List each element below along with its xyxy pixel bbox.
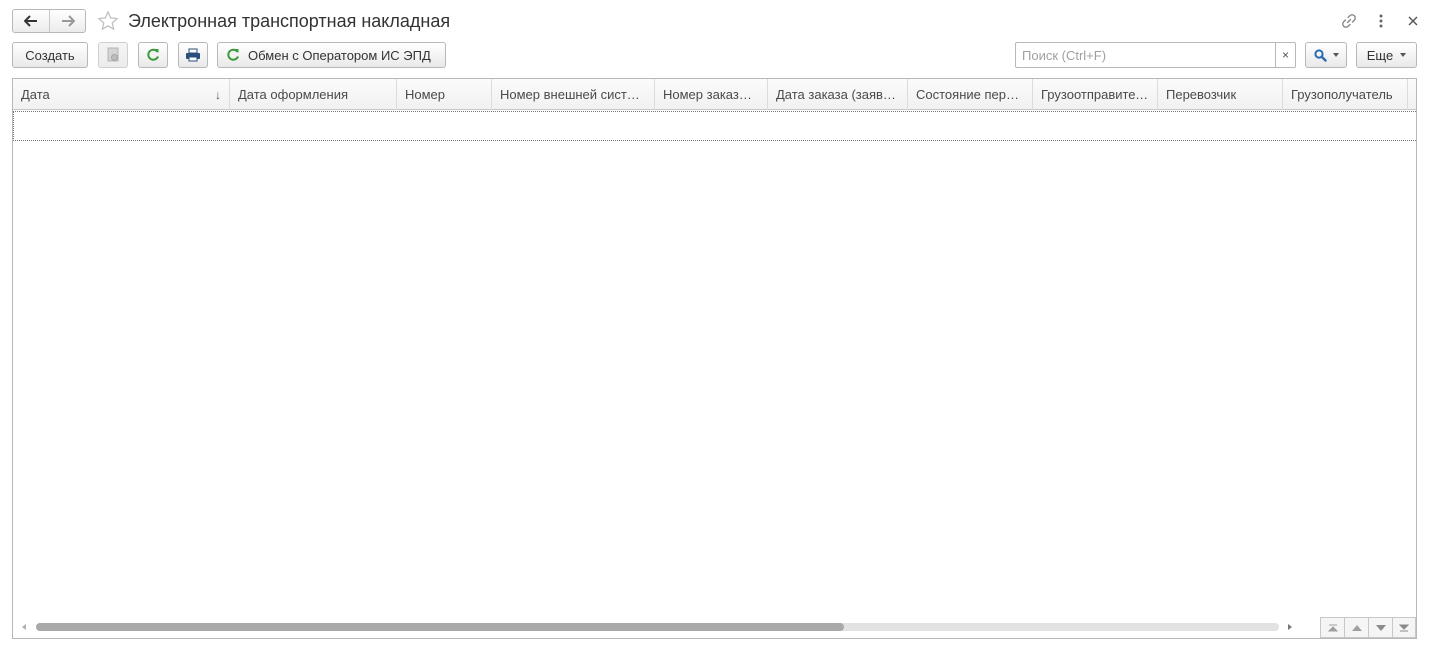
go-up-button[interactable] <box>1344 617 1368 638</box>
copy-document-icon <box>107 47 119 62</box>
title-bar: Электронная транспортная накладная <box>12 8 1422 34</box>
link-button[interactable] <box>1340 12 1358 30</box>
column-header-label: Грузополучатель <box>1291 87 1393 102</box>
close-button[interactable] <box>1404 12 1422 30</box>
horizontal-scrollbar[interactable] <box>19 620 1295 634</box>
column-header[interactable]: Дата оформления <box>230 79 397 110</box>
table-row[interactable] <box>13 111 1416 141</box>
column-header[interactable]: Грузополучатель <box>1283 79 1408 110</box>
link-icon <box>1342 14 1356 28</box>
search-input[interactable] <box>1015 42 1275 68</box>
close-icon <box>1408 16 1418 26</box>
app-window: Электронная транспортная накладная Созда… <box>0 0 1434 649</box>
more-actions-label: Еще <box>1366 47 1394 63</box>
exchange-operator-label: Обмен с Оператором ИС ЭПД <box>248 47 431 63</box>
chevron-down-icon <box>1332 53 1339 57</box>
forward-button[interactable] <box>49 10 85 32</box>
back-button[interactable] <box>13 10 49 32</box>
column-header-label: Номер <box>405 87 446 102</box>
list-navigation <box>1320 617 1416 638</box>
scroll-right-icon[interactable] <box>1288 624 1292 630</box>
column-header[interactable]: Номер внешней системы <box>492 79 655 110</box>
chevron-down-icon <box>1400 53 1407 57</box>
documents-table[interactable]: Дата ↓ Дата оформления Номер Номер внешней с… <box>12 78 1417 639</box>
search-group: × Еще <box>1015 42 1417 68</box>
column-header[interactable]: Номер заказа (заявки) <box>655 79 768 110</box>
column-header[interactable]: Грузоотправитель <box>1033 79 1158 110</box>
column-header[interactable]: Дата заказа (заявки) <box>768 79 908 110</box>
copy-button[interactable] <box>98 42 128 68</box>
column-header-label: Грузоотправитель <box>1041 87 1149 102</box>
window-controls <box>1340 12 1422 30</box>
go-first-icon <box>1327 624 1338 631</box>
exchange-operator-button[interactable]: Обмен с Оператором ИС ЭПД <box>217 42 446 68</box>
column-header[interactable]: Состояние перевозки <box>908 79 1033 110</box>
column-header-label: Дата <box>21 87 50 102</box>
column-header[interactable]: Дата ↓ <box>13 79 230 110</box>
scroll-left-icon[interactable] <box>22 624 26 630</box>
column-header[interactable]: Номер <box>397 79 492 110</box>
search-options-button[interactable] <box>1305 42 1347 68</box>
arrow-right-icon <box>61 15 75 27</box>
column-header-label: Перевозчик <box>1166 87 1237 102</box>
scrollbar-thumb[interactable] <box>36 623 844 631</box>
column-header-label: Состояние перевозки <box>916 87 1024 102</box>
go-first-button[interactable] <box>1320 617 1344 638</box>
kebab-menu-icon <box>1379 14 1383 28</box>
search-icon <box>1313 48 1327 62</box>
scrollbar-track[interactable] <box>36 623 1279 631</box>
refresh-button[interactable] <box>138 42 168 68</box>
refresh-icon <box>227 48 239 61</box>
triangle-down-icon <box>1375 624 1386 631</box>
favorite-button[interactable] <box>96 9 120 33</box>
column-header-label: Дата оформления <box>238 87 349 102</box>
history-nav <box>12 9 86 33</box>
star-icon <box>97 10 119 31</box>
refresh-icon <box>147 48 159 61</box>
column-header-label: Дата заказа (заявки) <box>776 87 899 102</box>
triangle-up-icon <box>1351 624 1362 631</box>
printer-icon <box>186 48 200 62</box>
go-last-button[interactable] <box>1392 617 1416 638</box>
go-down-button[interactable] <box>1368 617 1392 638</box>
sort-descending-icon: ↓ <box>215 87 221 102</box>
more-actions-button[interactable]: Еще <box>1356 42 1417 68</box>
create-button[interactable]: Создать <box>12 42 88 68</box>
arrow-left-icon <box>24 15 37 27</box>
page-title: Электронная транспортная накладная <box>128 10 451 31</box>
go-last-icon <box>1399 624 1409 631</box>
command-bar: Создать Обмен с Оператором ИС ЭПД Поиск … <box>12 42 1417 68</box>
print-button[interactable] <box>178 42 208 68</box>
column-header[interactable]: Перевозчик <box>1158 79 1283 110</box>
search-clear-button[interactable]: × <box>1275 42 1296 68</box>
column-header-label: Номер внешней системы <box>500 87 646 102</box>
column-header-label: Номер заказа (заявки) <box>663 87 759 102</box>
more-menu-button[interactable] <box>1372 12 1390 30</box>
table-header: Дата ↓ Дата оформления Номер Номер внешней с… <box>13 79 1416 110</box>
